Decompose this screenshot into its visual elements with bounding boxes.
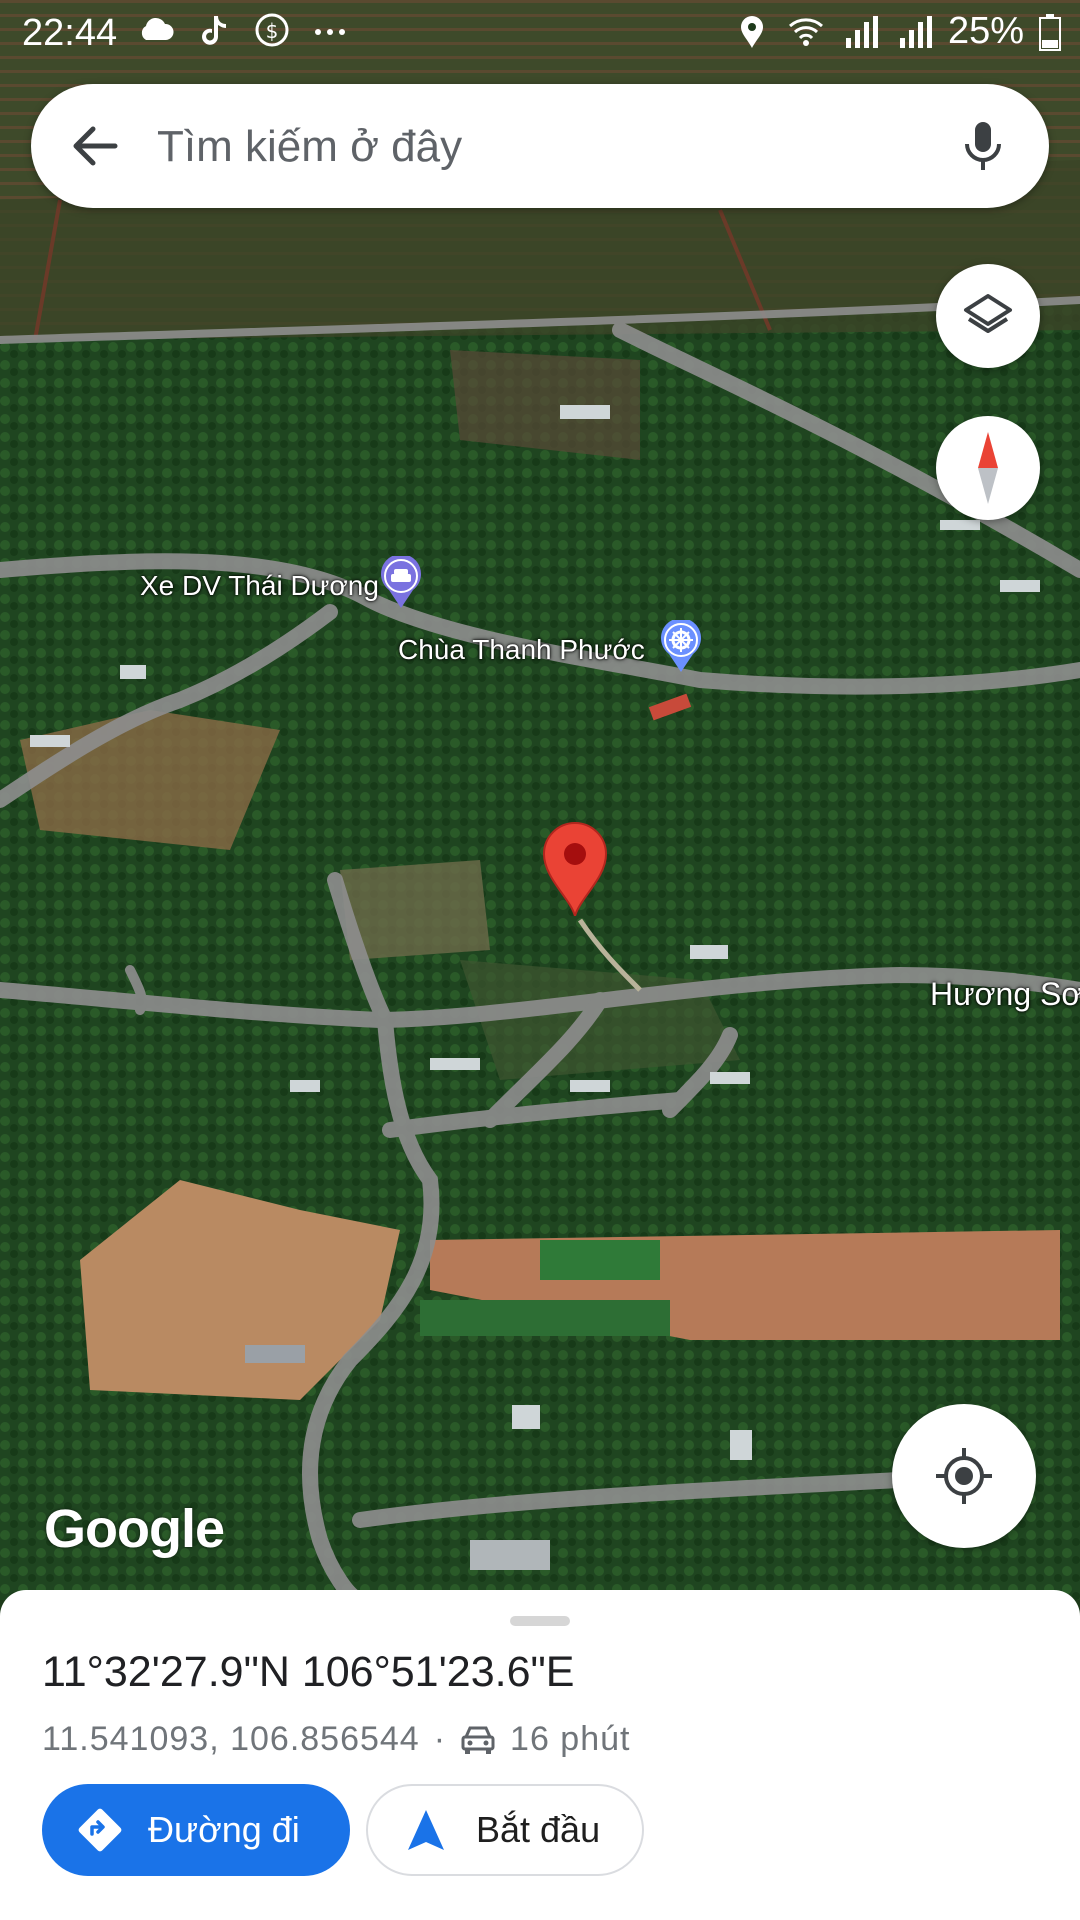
- signal-icon-2: [899, 15, 932, 48]
- my-location-button[interactable]: [892, 1404, 1036, 1548]
- poi-label-xe-dv-thai-duong[interactable]: Xe DV Thái Dương: [140, 570, 379, 602]
- compass-icon: [978, 432, 998, 504]
- location-icon: [740, 15, 763, 48]
- satellite-imagery: [0, 0, 1080, 1600]
- layers-icon: [964, 294, 1012, 333]
- coordinates-decimal: 11.541093, 106.856544: [42, 1720, 420, 1758]
- status-bar: 22:44 $ 25%: [0, 0, 1080, 66]
- directions-button[interactable]: Đường đi: [42, 1784, 350, 1876]
- back-arrow-icon[interactable]: [65, 116, 125, 176]
- battery-icon: [1039, 13, 1061, 51]
- money-app-icon: $: [255, 13, 289, 47]
- battery-percent: 25%: [947, 10, 1024, 52]
- more-notifications-icon: [315, 29, 345, 35]
- signal-icon: [845, 15, 878, 48]
- coordinates-dms: 11°32'27.9"N 106°51'23.6"E: [42, 1648, 575, 1696]
- place-bottom-sheet[interactable]: 11°32'27.9"N 106°51'23.6"E 11.541093, 10…: [0, 1590, 1080, 1920]
- svg-text:$: $: [266, 19, 279, 43]
- status-time: 22:44: [22, 12, 118, 54]
- poi-label-chua-thanh-phuoc[interactable]: Chùa Thanh Phước: [398, 634, 645, 666]
- car-icon: [461, 1726, 495, 1754]
- search-bar: [31, 84, 1049, 208]
- navigation-arrow-icon: [408, 1810, 444, 1850]
- directions-icon: [78, 1808, 122, 1852]
- satellite-map[interactable]: Xe DV Thái Dương Chùa Thanh Phước Hương …: [0, 0, 1080, 1600]
- place-label-huong-so[interactable]: Hương Sơ: [930, 976, 1080, 1013]
- wifi-icon: [788, 17, 823, 46]
- tiktok-icon: [202, 16, 226, 45]
- compass-button[interactable]: [936, 416, 1040, 520]
- separator-dot: ·: [433, 1720, 447, 1758]
- travel-time: 16 phút: [510, 1720, 631, 1758]
- coordinates-row: 11.541093, 106.856544 · 16 phút: [42, 1720, 631, 1759]
- microphone-icon[interactable]: [951, 114, 1015, 178]
- start-label: Bắt đầu: [476, 1809, 601, 1850]
- drag-handle[interactable]: [510, 1616, 570, 1626]
- directions-label: Đường đi: [148, 1809, 300, 1850]
- search-input[interactable]: [155, 110, 939, 184]
- start-button[interactable]: Bắt đầu: [366, 1784, 644, 1876]
- my-location-icon: [936, 1448, 992, 1504]
- layers-button[interactable]: [936, 264, 1040, 368]
- google-logo: Google: [44, 1499, 225, 1559]
- cloud-icon: [141, 17, 174, 40]
